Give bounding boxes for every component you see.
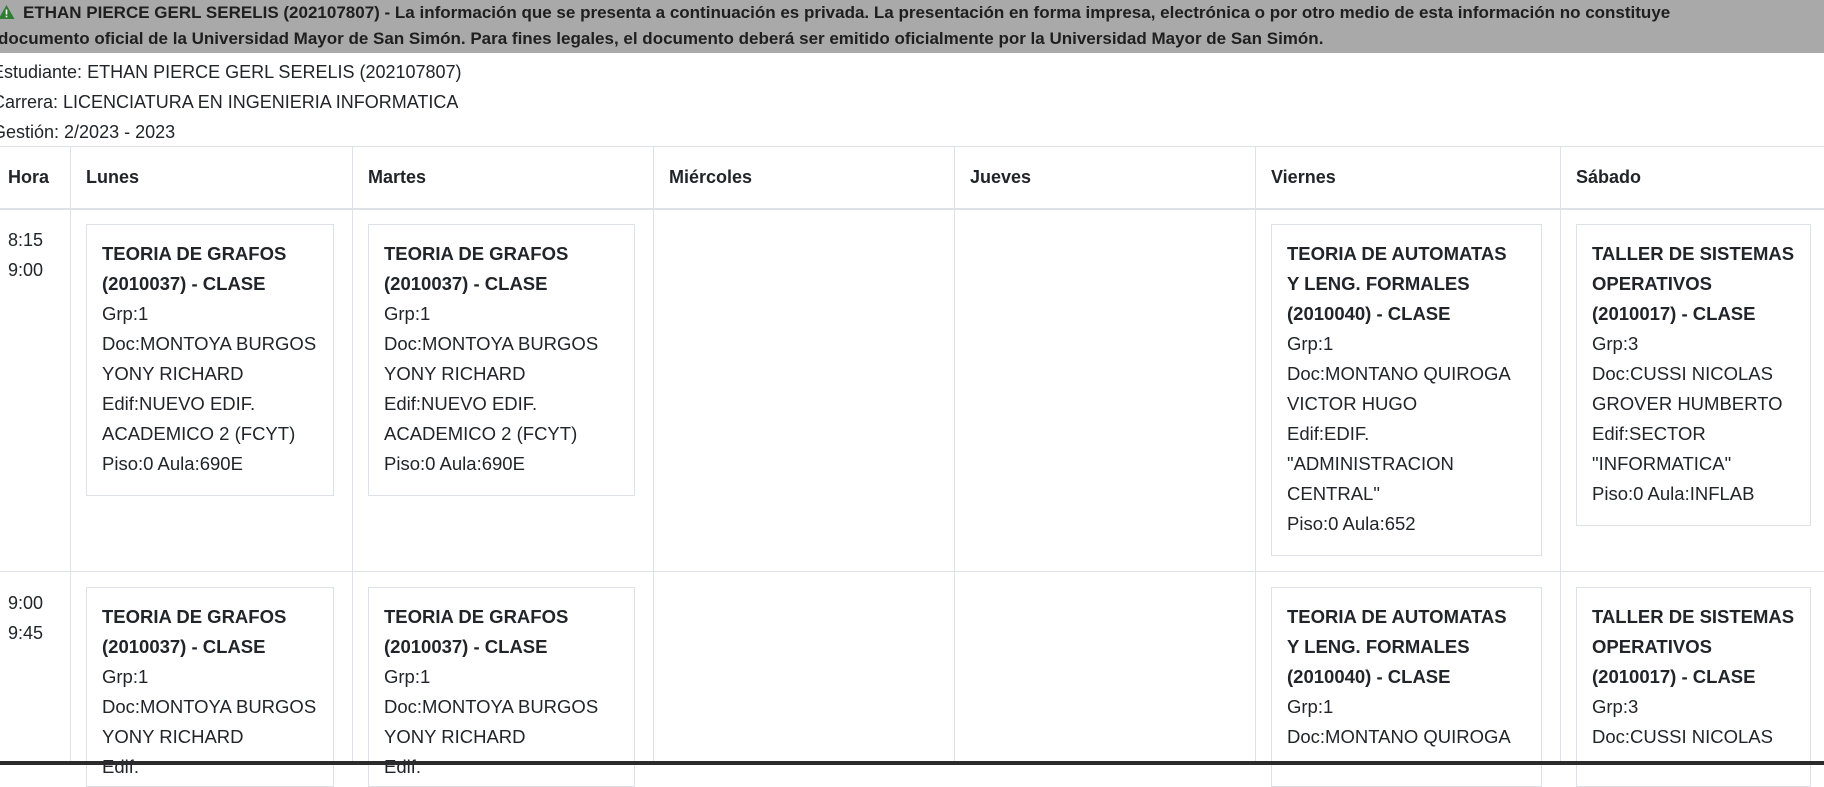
class-title: (2010017) - CLASE (1592, 303, 1756, 324)
student-career: Carrera: LICENCIATURA EN INGENIERIA INFO… (0, 92, 459, 112)
class-title: TEORIA DE AUTOMATAS (1287, 606, 1507, 627)
class-detail: Grp:1 (384, 666, 431, 687)
column-header-sabado: Sábado (1576, 167, 1642, 187)
class-detail: YONY RICHARD (102, 726, 244, 747)
column-divider (1255, 146, 1256, 765)
class-card[interactable]: TALLER DE SISTEMAS OPERATIVOS (2010017) … (1576, 587, 1811, 787)
student-name: Estudiante: ETHAN PIERCE GERL SERELIS (2… (0, 62, 462, 82)
schedule-table: Hora Lunes Martes Miércoles Jueves Viern… (0, 146, 1824, 787)
column-divider (70, 146, 71, 765)
class-detail: "INFORMATICA" (1592, 453, 1732, 474)
window-bottom-edge (0, 761, 1824, 765)
time-start: 8:15 (8, 230, 44, 250)
class-title: TEORIA DE GRAFOS (102, 606, 287, 627)
header-bottom-border (0, 208, 1824, 210)
class-title: TALLER DE SISTEMAS (1592, 606, 1795, 627)
class-title: TEORIA DE AUTOMATAS (1287, 243, 1507, 264)
column-header-miercoles: Miércoles (669, 167, 753, 187)
class-title: (2010040) - CLASE (1287, 666, 1451, 687)
class-detail: Piso:0 Aula:690E (384, 453, 525, 474)
class-title: (2010017) - CLASE (1592, 666, 1756, 687)
time-end: 9:45 (8, 623, 44, 643)
class-card[interactable]: TEORIA DE AUTOMATAS Y LENG. FORMALES (20… (1271, 224, 1542, 556)
class-card[interactable]: TEORIA DE GRAFOS (2010037) - CLASE Grp:1… (368, 587, 635, 787)
class-detail: Grp:1 (102, 303, 149, 324)
class-detail: Edif: (102, 756, 140, 777)
class-title: Y LENG. FORMALES (1287, 636, 1470, 657)
class-detail: Piso:0 Aula:INFLAB (1592, 483, 1755, 504)
class-detail: VICTOR HUGO (1287, 393, 1418, 414)
class-detail: Doc:CUSSI NICOLAS (1592, 726, 1773, 747)
class-title: TEORIA DE GRAFOS (102, 243, 287, 264)
class-card[interactable]: TALLER DE SISTEMAS OPERATIVOS (2010017) … (1576, 224, 1811, 526)
time-end: 9:00 (8, 260, 44, 280)
class-detail: GROVER HUMBERTO (1592, 393, 1783, 414)
column-divider (653, 146, 654, 765)
class-detail: YONY RICHARD (384, 363, 526, 384)
class-detail: Doc:MONTOYA BURGOS (384, 696, 599, 717)
class-title: TEORIA DE GRAFOS (384, 606, 569, 627)
column-header-jueves: Jueves (970, 167, 1032, 187)
column-header-lunes: Lunes (86, 167, 140, 187)
table-top-border (0, 146, 1824, 147)
class-detail: Grp:3 (1592, 696, 1639, 717)
class-detail: YONY RICHARD (384, 726, 526, 747)
class-detail: Edif:NUEVO EDIF. (102, 393, 256, 414)
column-divider (1560, 146, 1561, 765)
class-detail: Grp:1 (384, 303, 431, 324)
class-detail: Edif:NUEVO EDIF. (384, 393, 538, 414)
class-card[interactable]: TEORIA DE GRAFOS (2010037) - CLASE Grp:1… (86, 587, 334, 787)
notice-line-1: ETHAN PIERCE GERL SERELIS (202107807) - … (0, 0, 1670, 28)
notice-text-1: ETHAN PIERCE GERL SERELIS (202107807) - … (23, 3, 1671, 22)
class-detail: Piso:0 Aula:690E (102, 453, 243, 474)
warning-triangle-icon (0, 1, 15, 28)
class-card[interactable]: TEORIA DE GRAFOS (2010037) - CLASE Grp:1… (86, 224, 334, 496)
class-title: TEORIA DE GRAFOS (384, 243, 569, 264)
class-title: (2010037) - CLASE (102, 636, 266, 657)
class-detail: YONY RICHARD (102, 363, 244, 384)
column-divider (954, 146, 955, 765)
class-title: (2010037) - CLASE (102, 273, 266, 294)
privacy-notice-banner: ETHAN PIERCE GERL SERELIS (202107807) - … (0, 0, 1824, 53)
class-title: OPERATIVOS (1592, 636, 1712, 657)
class-detail: Edif: (384, 756, 422, 777)
class-detail: Doc:MONTOYA BURGOS (102, 333, 317, 354)
class-title: (2010040) - CLASE (1287, 303, 1451, 324)
class-title: OPERATIVOS (1592, 273, 1712, 294)
class-detail: Grp:1 (1287, 333, 1334, 354)
class-title: TALLER DE SISTEMAS (1592, 243, 1795, 264)
class-detail: Edif:EDIF. (1287, 423, 1370, 444)
class-detail: Grp:1 (102, 666, 149, 687)
class-title: Y LENG. FORMALES (1287, 273, 1470, 294)
class-title: (2010037) - CLASE (384, 273, 548, 294)
class-detail: ACADEMICO 2 (FCYT) (102, 423, 296, 444)
class-card[interactable]: TEORIA DE GRAFOS (2010037) - CLASE Grp:1… (368, 224, 635, 496)
class-detail: "ADMINISTRACION (1287, 453, 1454, 474)
class-detail: Doc:MONTANO QUIROGA (1287, 726, 1511, 747)
class-card[interactable]: TEORIA DE AUTOMATAS Y LENG. FORMALES (20… (1271, 587, 1542, 787)
column-divider (352, 146, 353, 765)
class-detail: Piso:0 Aula:652 (1287, 513, 1416, 534)
student-term: Gestión: 2/2023 - 2023 (0, 122, 176, 142)
notice-line-2: documento oficial de la Universidad Mayo… (0, 29, 1324, 48)
class-detail: Edif:SECTOR (1592, 423, 1706, 444)
class-title: (2010037) - CLASE (384, 636, 548, 657)
class-detail: Doc:MONTANO QUIROGA (1287, 363, 1511, 384)
class-detail: Grp:3 (1592, 333, 1639, 354)
class-detail: Doc:MONTOYA BURGOS (384, 333, 599, 354)
class-detail: Grp:1 (1287, 696, 1334, 717)
row-divider (0, 571, 1824, 572)
column-header-martes: Martes (368, 167, 427, 187)
column-header-viernes: Viernes (1271, 167, 1336, 187)
column-header-hora: Hora (8, 167, 50, 187)
class-detail: ACADEMICO 2 (FCYT) (384, 423, 578, 444)
time-start: 9:00 (8, 593, 44, 613)
class-detail: Doc:MONTOYA BURGOS (102, 696, 317, 717)
class-detail: Doc:CUSSI NICOLAS (1592, 363, 1773, 384)
class-detail: CENTRAL" (1287, 483, 1380, 504)
